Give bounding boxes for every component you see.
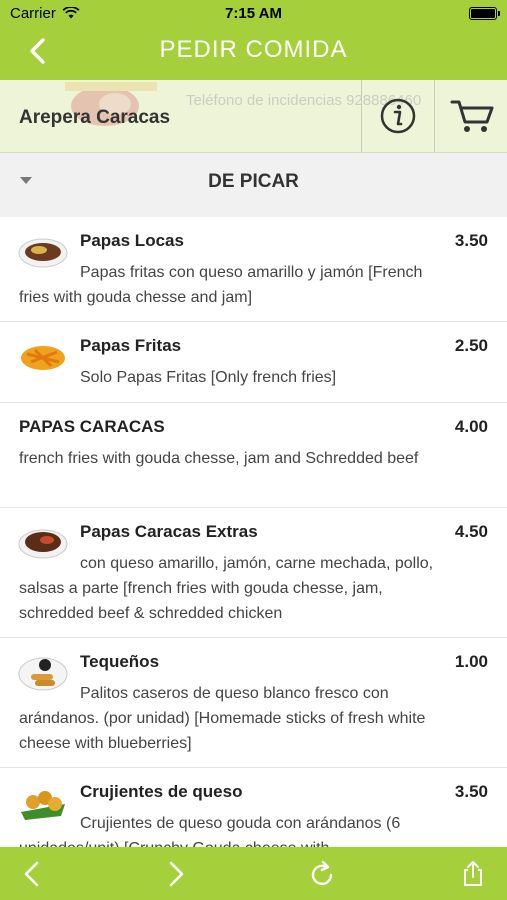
item-name: Tequeños xyxy=(80,652,160,671)
item-name: Papas Locas xyxy=(80,231,184,250)
browser-back-button[interactable] xyxy=(16,857,50,891)
browser-forward-button[interactable] xyxy=(158,857,192,891)
item-price: 3.50 xyxy=(454,231,488,250)
item-price: 1.00 xyxy=(454,652,488,671)
clock: 7:15 AM xyxy=(225,5,282,22)
item-price: 4.00 xyxy=(454,417,488,436)
page-title: PEDIR COMIDA xyxy=(159,36,348,63)
bottom-toolbar xyxy=(0,847,507,900)
restaurant-name: Arepera Caracas xyxy=(19,107,171,128)
menu-item-list[interactable]: Papas Locas 3.50 Papas fritas con queso … xyxy=(0,217,507,847)
share-button[interactable] xyxy=(456,857,490,891)
item-name: PAPAS CARACAS xyxy=(19,417,165,436)
item-price: 4.50 xyxy=(454,522,488,541)
status-bar: Carrier 7:15 AM xyxy=(0,0,507,28)
menu-item-papas-locas[interactable]: Papas Locas 3.50 Papas fritas con queso … xyxy=(0,217,507,322)
category-title: DE PICAR xyxy=(208,171,299,192)
item-description: french fries with gouda chesse, jam and … xyxy=(19,450,419,467)
item-price: 3.50 xyxy=(454,782,488,801)
menu-item-papas-caracas-extras[interactable]: Papas Caracas Extras 4.50 con queso amar… xyxy=(0,508,507,638)
app-header: Carrier 7:15 AM PEDIR COMIDA xyxy=(0,0,507,80)
menu-item-papas-caracas[interactable]: PAPAS CARACAS 4.00 french fries with gou… xyxy=(0,403,507,508)
cart-button[interactable] xyxy=(435,80,507,153)
item-name: Crujientes de queso xyxy=(80,782,243,801)
battery-icon xyxy=(469,7,500,20)
category-header-de-picar[interactable]: DE PICAR xyxy=(0,153,507,217)
menu-item-crujientes-de-queso[interactable]: Crujientes de queso 3.50 Crujientes de q… xyxy=(0,768,507,847)
item-description: Crujientes de queso gouda con arándanos … xyxy=(19,815,401,847)
item-description: Papas fritas con queso amarillo y jamón … xyxy=(19,264,423,306)
menu-item-tequenos[interactable]: Tequeños 1.00 Palitos caseros de queso b… xyxy=(0,638,507,768)
item-name: Papas Caracas Extras xyxy=(80,522,258,541)
item-price: 2.50 xyxy=(454,336,488,355)
restaurant-bar: Teléfono de incidencias 928886460 Areper… xyxy=(0,80,507,153)
item-description: Palitos caseros de queso blanco fresco c… xyxy=(19,685,426,752)
item-description: con queso amarillo, jamón, carne mechada… xyxy=(19,555,434,622)
item-description: Solo Papas Fritas [Only french fries] xyxy=(80,369,337,386)
info-button[interactable] xyxy=(362,80,434,153)
item-name: Papas Fritas xyxy=(80,336,182,355)
reload-button[interactable] xyxy=(306,857,340,891)
menu-item-papas-fritas[interactable]: Papas Fritas 2.50 Solo Papas Fritas [Onl… xyxy=(0,322,507,403)
